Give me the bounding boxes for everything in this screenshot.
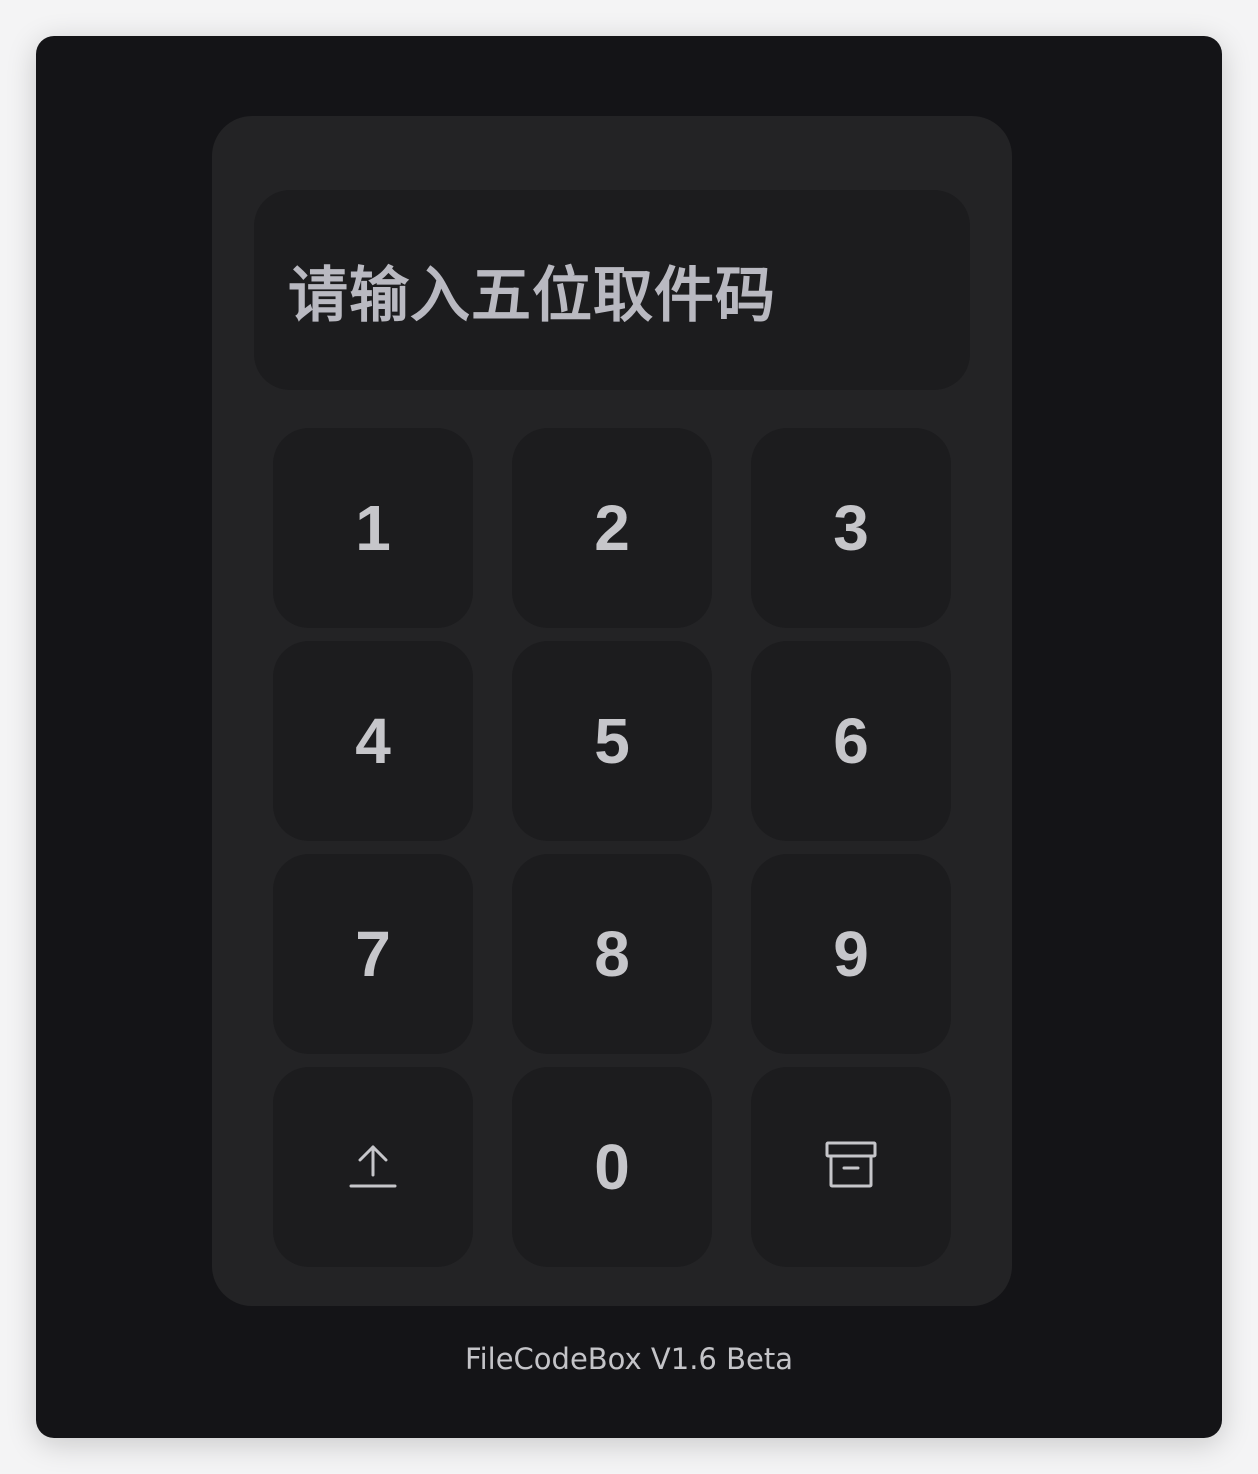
key-4[interactable]: 4 (273, 641, 473, 841)
keypad-panel: 请输入五位取件码 1 2 3 4 5 6 7 8 9 0 (212, 116, 1012, 1306)
key-6[interactable]: 6 (751, 641, 951, 841)
key-2[interactable]: 2 (512, 428, 712, 628)
code-display[interactable]: 请输入五位取件码 (254, 190, 970, 390)
keypad: 1 2 3 4 5 6 7 8 9 0 (273, 428, 951, 1267)
key-3[interactable]: 3 (751, 428, 951, 628)
key-4-label: 4 (355, 705, 391, 777)
code-placeholder: 请输入五位取件码 (288, 260, 776, 331)
app-window: 请输入五位取件码 1 2 3 4 5 6 7 8 9 0 FileCodeBox… (36, 36, 1222, 1438)
key-2-label: 2 (594, 492, 630, 564)
version-footer: FileCodeBox V1.6 Beta (465, 1342, 793, 1376)
archive-button[interactable] (751, 1067, 951, 1267)
key-7[interactable]: 7 (273, 854, 473, 1054)
key-9-label: 9 (833, 918, 869, 990)
key-9[interactable]: 9 (751, 854, 951, 1054)
key-5[interactable]: 5 (512, 641, 712, 841)
key-5-label: 5 (594, 705, 630, 777)
key-8-label: 8 (594, 918, 630, 990)
key-6-label: 6 (833, 705, 869, 777)
upload-icon (347, 1139, 399, 1195)
key-0[interactable]: 0 (512, 1067, 712, 1267)
key-7-label: 7 (355, 918, 391, 990)
key-1[interactable]: 1 (273, 428, 473, 628)
key-8[interactable]: 8 (512, 854, 712, 1054)
key-3-label: 3 (833, 492, 869, 564)
key-0-label: 0 (594, 1131, 630, 1203)
upload-button[interactable] (273, 1067, 473, 1267)
archive-box-icon (825, 1139, 877, 1195)
key-1-label: 1 (355, 492, 391, 564)
